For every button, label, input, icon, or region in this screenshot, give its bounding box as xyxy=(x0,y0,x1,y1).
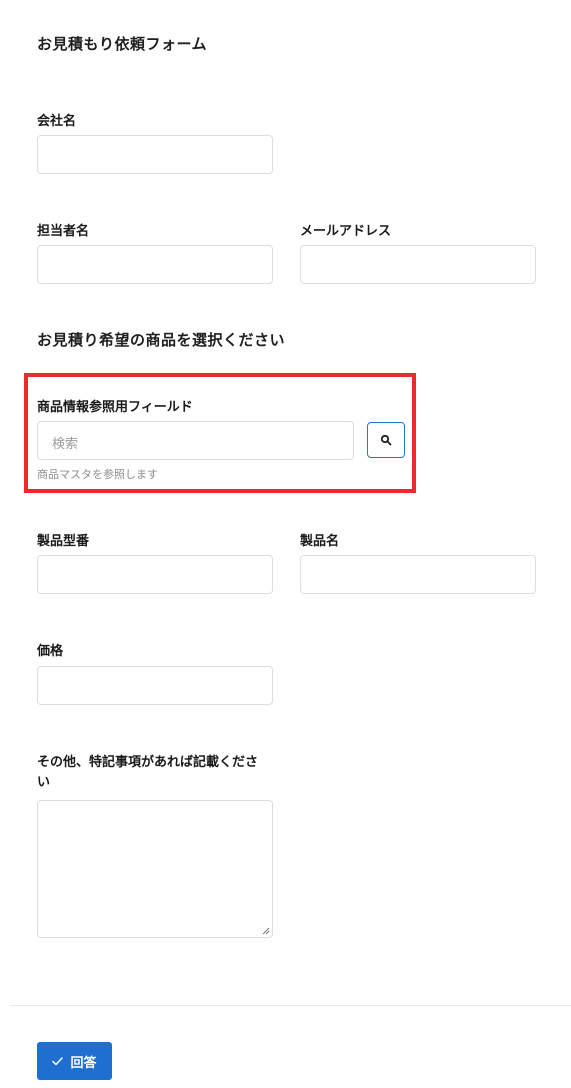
company-input[interactable] xyxy=(37,135,273,174)
product-lookup-label: 商品情報参照用フィールド xyxy=(37,400,193,415)
search-icon xyxy=(380,434,392,446)
company-label: 会社名 xyxy=(37,114,77,129)
product-name-label: 製品名 xyxy=(300,534,340,549)
submit-button[interactable]: 回答 xyxy=(37,1042,112,1080)
submit-label: 回答 xyxy=(70,1055,97,1071)
footer-divider xyxy=(10,1005,571,1006)
price-label: 価格 xyxy=(37,644,64,659)
email-label: メールアドレス xyxy=(300,224,392,239)
product-lookup-search-button[interactable] xyxy=(367,422,405,458)
product-lookup-helper: 商品マスタを参照します xyxy=(37,468,158,481)
notes-label-line2: い xyxy=(37,775,51,790)
product-lookup-search-input[interactable]: 検索 xyxy=(37,421,354,460)
contact-name-input[interactable] xyxy=(37,245,273,284)
contact-name-label: 担当者名 xyxy=(37,224,90,239)
model-number-label: 製品型番 xyxy=(37,534,90,549)
notes-textarea[interactable] xyxy=(37,800,273,938)
email-input[interactable] xyxy=(300,245,536,284)
section-title: お見積り希望の商品を選択ください xyxy=(37,331,286,349)
check-icon xyxy=(52,1056,64,1065)
resize-handle-icon[interactable] xyxy=(262,927,270,935)
notes-label: その他、特記事項があれば記載くださ い xyxy=(37,753,258,793)
product-name-input[interactable] xyxy=(300,555,536,594)
form-title: お見積もり依頼フォーム xyxy=(37,35,208,53)
model-number-input[interactable] xyxy=(37,555,273,594)
notes-label-line1: その他、特記事項があれば記載くださ xyxy=(37,755,259,770)
price-input[interactable] xyxy=(37,666,273,705)
